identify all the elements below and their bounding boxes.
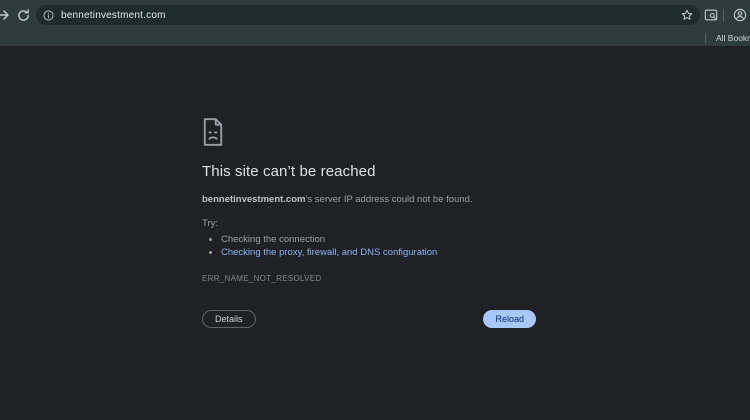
- address-bar[interactable]: bennetinvestment.com: [36, 5, 700, 25]
- error-title: This site can’t be reached: [202, 163, 536, 180]
- browser-window: bennetinvestment.com: [0, 0, 750, 420]
- profile-avatar-icon[interactable]: [730, 0, 750, 30]
- all-bookmarks-button[interactable]: All Bookmarks: [712, 33, 750, 43]
- dns-configuration-link[interactable]: Checking the proxy, firewall, and DNS co…: [221, 247, 437, 258]
- error-page: This site can’t be reached bennetinvestm…: [202, 118, 536, 328]
- info-icon[interactable]: [43, 10, 54, 21]
- suggestion-text: Checking the connection: [221, 234, 325, 245]
- bookmarks-divider: [705, 34, 706, 43]
- browser-toolbar: bennetinvestment.com: [0, 0, 750, 30]
- sad-file-icon: [202, 118, 224, 146]
- forward-arrow-icon[interactable]: [0, 0, 14, 30]
- error-description-text: ’s server IP address could not be found.: [305, 194, 472, 205]
- side-panel-icon[interactable]: [702, 0, 720, 30]
- error-code: ERR_NAME_NOT_RESOLVED: [202, 274, 536, 283]
- error-domain: bennetinvestment.com: [202, 194, 305, 205]
- suggestion-item: Checking the connection: [221, 233, 536, 246]
- toolbar-divider: [723, 9, 724, 21]
- suggestion-item: Checking the proxy, firewall, and DNS co…: [221, 246, 536, 259]
- reload-icon[interactable]: [14, 0, 32, 30]
- try-label: Try:: [202, 218, 536, 229]
- reload-button[interactable]: Reload: [483, 310, 536, 328]
- url-text: bennetinvestment.com: [61, 10, 681, 21]
- details-button[interactable]: Details: [202, 310, 256, 328]
- suggestions-list: Checking the connection Checking the pro…: [202, 233, 536, 259]
- error-buttons-row: Details Reload: [202, 310, 536, 328]
- error-description: bennetinvestment.com’s server IP address…: [202, 194, 536, 205]
- bookmark-star-icon[interactable]: [681, 9, 693, 21]
- all-bookmarks-label: All Bookmarks: [716, 33, 750, 43]
- bookmarks-bar: All Bookmarks: [0, 30, 750, 47]
